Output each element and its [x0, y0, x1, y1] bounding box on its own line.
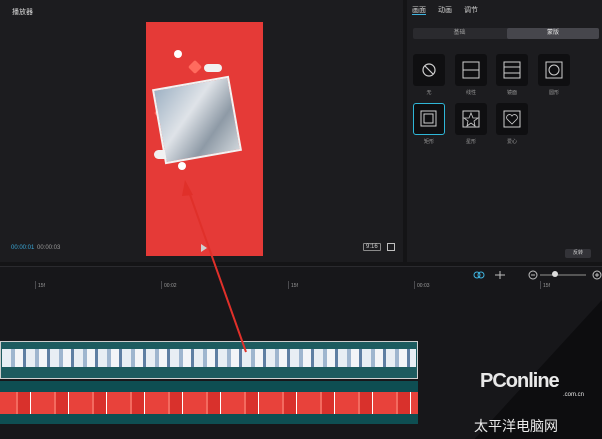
play-icon[interactable] [201, 244, 207, 252]
player-title: 播放器 [12, 9, 33, 16]
image-thumbnails [0, 392, 418, 414]
mask-heart-icon [503, 110, 521, 128]
mask-tile-heart[interactable] [496, 103, 528, 135]
video-thumbnails [2, 349, 416, 367]
ruler-label: 15f [543, 283, 550, 289]
mask-label-heart: 爱心 [506, 139, 517, 145]
watermark-logo: PConline [480, 370, 560, 392]
tab-adjust[interactable]: 调节 [464, 5, 478, 15]
watermark-tagline: 太平洋电脑网 [474, 418, 558, 434]
link-icon[interactable] [473, 270, 485, 280]
time-current: 00:00:01 [11, 245, 35, 251]
ratio-button[interactable]: 9:16 [363, 243, 381, 251]
ruler-label: 00:03 [417, 283, 430, 289]
ruler-tick [288, 281, 289, 289]
ruler-tick [35, 281, 36, 289]
watermark-domain: .com.cn [563, 392, 585, 398]
mask-tile-star[interactable] [455, 103, 487, 135]
reverse-button[interactable]: 反转 [565, 249, 591, 258]
zoom-in-icon[interactable] [592, 270, 602, 280]
mask-tile-rectangle[interactable] [413, 103, 445, 135]
mask-circle-icon [545, 61, 563, 79]
mask-label-rectangle: 矩形 [423, 139, 434, 145]
heart-sticker [187, 59, 203, 75]
zoom-out-icon[interactable] [528, 270, 538, 280]
mask-label-star: 星形 [465, 139, 476, 145]
time-total: 00:00:03 [37, 245, 61, 251]
zoom-slider[interactable] [540, 274, 586, 276]
subtab-basic[interactable]: 基础 [413, 28, 506, 39]
mask-label-linear: 线性 [465, 90, 476, 96]
ruler-label: 15f [291, 283, 298, 289]
mask-tile-linear[interactable] [455, 54, 487, 86]
ruler-tick [414, 281, 415, 289]
mask-linear-icon [462, 61, 480, 79]
rotate-handle-icon[interactable] [174, 50, 182, 58]
ruler-tick [161, 281, 162, 289]
subtab-mask[interactable]: 蒙版 [507, 28, 599, 39]
mask-none-icon [422, 63, 436, 77]
tab-animation[interactable]: 动画 [438, 5, 452, 15]
ruler-tick [540, 281, 541, 289]
mask-star-icon [462, 110, 480, 128]
scale-handle-icon[interactable] [178, 162, 186, 170]
mask-tile-none[interactable] [413, 54, 445, 86]
mask-tile-circle[interactable] [538, 54, 570, 86]
mask-label-circle: 圆形 [548, 90, 559, 96]
fullscreen-icon[interactable] [387, 243, 395, 251]
ruler-label: 15f [38, 283, 45, 289]
mask-mirror-icon [503, 61, 521, 79]
masked-photo[interactable] [151, 75, 243, 165]
mask-rectangle-icon [420, 110, 437, 127]
split-icon[interactable] [494, 270, 506, 280]
ruler-label: 00:02 [164, 283, 177, 289]
mask-tile-mirror[interactable] [496, 54, 528, 86]
mask-label-mirror: 镜面 [506, 90, 517, 96]
active-tab-indicator [412, 14, 426, 15]
zoom-slider-handle[interactable] [552, 271, 558, 277]
timeline-divider [0, 266, 602, 267]
cloud-sticker [204, 64, 222, 72]
mask-label-none: 无 [426, 90, 432, 96]
